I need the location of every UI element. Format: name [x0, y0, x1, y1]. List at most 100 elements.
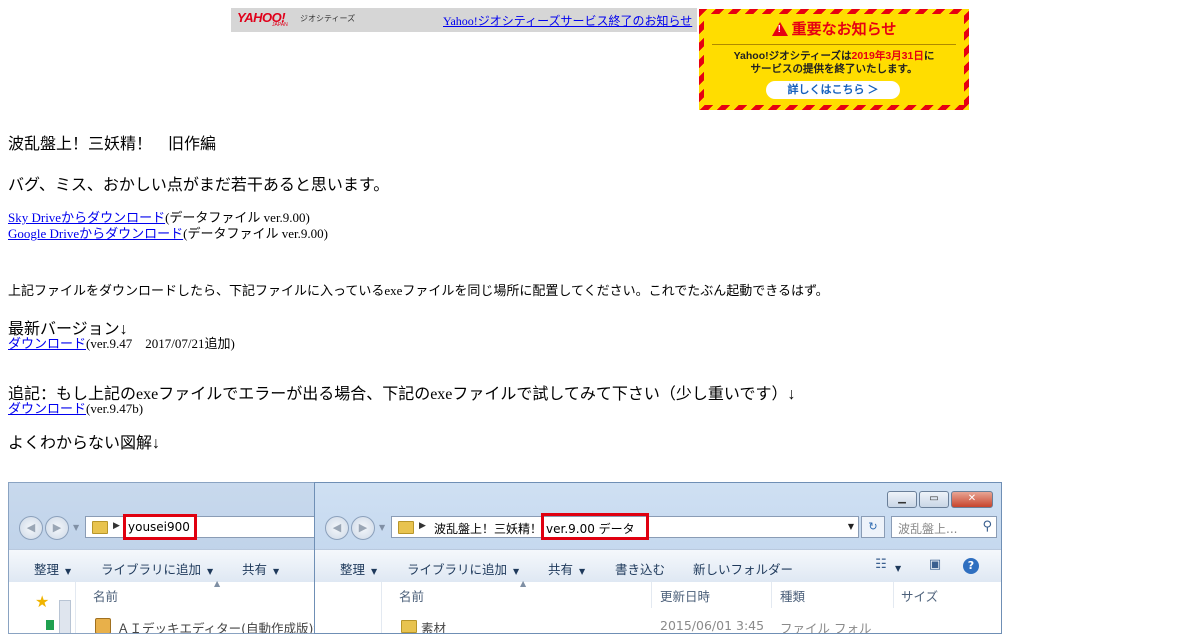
library-icon: [46, 620, 54, 630]
highlight-box-right: [541, 513, 649, 540]
search-icon[interactable]: ⚲: [982, 519, 992, 534]
file-list-area: ★ ▲ 名前 ＡＩデッキエディター(自動作成版)ver: [9, 579, 329, 633]
download-line-2: Google Driveからダウンロード(データファイル ver.9.00): [8, 223, 328, 242]
explorer-toolbar: 整理 ▼ ライブラリに追加 ▼ 共有 ▼ 書き込む 新しいフォルダー ☷ ▼ ▣ ?: [315, 549, 1001, 583]
address-bar[interactable]: ▶ yousei900: [85, 516, 329, 538]
file-row-type: ファイル フォル: [780, 621, 872, 634]
folder-icon: [401, 620, 417, 633]
window-controls: ▁ ▭ ✕: [887, 491, 993, 508]
notice-details-button[interactable]: 詳しくはこちら ＞: [766, 81, 900, 99]
column-header-type[interactable]: 種類: [780, 586, 805, 605]
notice-panel: ! 重要なお知らせ Yahoo!ジオシティーズは2019年3月31日に サービスの…: [704, 14, 964, 105]
bug-note: バグ、ミス、おかしい点がまだ若干あると思います。: [8, 177, 390, 194]
column-header-name[interactable]: 名前: [93, 586, 118, 605]
folder-icon: [92, 521, 108, 534]
view-options-icon[interactable]: ☷: [871, 556, 891, 574]
notice-title-text: 重要なお知らせ: [791, 21, 897, 38]
googledrive-download-link[interactable]: Google Driveからダウンロード: [8, 226, 183, 241]
share-button[interactable]: 共有 ▼: [242, 559, 279, 578]
burn-button[interactable]: 書き込む: [615, 559, 665, 578]
add-to-library-label: ライブラリに追加: [407, 562, 508, 577]
notice-line1-b: に: [923, 50, 935, 62]
file-row-date: 2015/06/01 3:45: [660, 618, 765, 633]
explorer-toolbar: 整理 ▼ ライブラリに追加 ▼ 共有 ▼: [9, 549, 329, 583]
latest-download-suffix: (ver.9.47 2017/07/21追加): [86, 336, 235, 351]
add-to-library-label: ライブラリに追加: [101, 562, 202, 577]
service-end-link[interactable]: Yahoo!ジオシティーズサービス終了のお知らせ: [443, 12, 692, 29]
organize-button[interactable]: 整理 ▼: [340, 559, 377, 578]
latest-download-link[interactable]: ダウンロード: [8, 336, 86, 351]
alt-download-link[interactable]: ダウンロード: [8, 401, 86, 416]
page-title: 波乱盤上！三妖精！ 旧作編: [8, 136, 217, 153]
chevron-down-icon: ▼: [513, 567, 520, 576]
search-placeholder: 波乱盤上...: [898, 522, 958, 536]
maximize-button[interactable]: ▭: [919, 491, 949, 508]
recent-pages-dropdown[interactable]: ▼: [73, 523, 79, 532]
highlight-box-left: [123, 514, 197, 540]
diagram-heading: よくわからない図解↓: [8, 435, 161, 452]
address-dropdown-icon[interactable]: ▼: [848, 522, 854, 531]
share-label: 共有: [548, 562, 574, 577]
favorites-star-icon[interactable]: ★: [35, 592, 49, 611]
column-header-size[interactable]: サイズ: [901, 586, 938, 605]
file-icon: [95, 618, 111, 633]
chevron-right-icon[interactable]: ▶: [419, 521, 426, 531]
yahoo-geocities-bar: YAHOO! JAPAN ジオシティーズ Yahoo!ジオシティーズサービス終了…: [231, 8, 697, 32]
chevron-down-icon: ▼: [65, 567, 72, 576]
notice-body: Yahoo!ジオシティーズは2019年3月31日に サービスの提供を終了いたしま…: [704, 50, 964, 76]
chevron-down-icon: ▼: [273, 567, 280, 576]
column-header-name[interactable]: 名前: [399, 586, 424, 605]
chevron-down-icon: ▼: [207, 567, 214, 576]
share-label: 共有: [242, 562, 268, 577]
breadcrumb-parent[interactable]: 波乱盤上！三妖精！: [434, 520, 542, 537]
minimize-button[interactable]: ▁: [887, 491, 917, 508]
organize-label: 整理: [340, 562, 366, 577]
help-icon[interactable]: ?: [963, 558, 979, 574]
nav-scrollbar[interactable]: [59, 600, 71, 633]
refresh-button[interactable]: ↻: [861, 516, 885, 538]
explorer-window-right: ▁ ▭ ✕ ◀ ▶ ▼ ▶ 波乱盤上！三妖精！ ver.9.00 データ ▼ ↻…: [314, 482, 1002, 634]
notice-date: 2019年3月31日: [851, 50, 924, 62]
column-header-date[interactable]: 更新日時: [660, 586, 710, 605]
column-separator[interactable]: [651, 582, 652, 608]
important-notice-banner[interactable]: ! 重要なお知らせ Yahoo!ジオシティーズは2019年3月31日に サービスの…: [699, 9, 969, 110]
notice-line1-a: Yahoo!ジオシティーズは: [733, 50, 852, 62]
close-button[interactable]: ✕: [951, 491, 993, 508]
preview-pane-icon[interactable]: ▣: [925, 556, 945, 574]
forward-button[interactable]: ▶: [351, 516, 375, 540]
notice-divider: [712, 44, 956, 45]
column-separator[interactable]: [893, 582, 894, 608]
alt-download-line: ダウンロード(ver.9.47b): [8, 398, 143, 417]
file-row-ai-deck-editor[interactable]: ＡＩデッキエディター(自動作成版)ver: [117, 618, 329, 633]
search-input[interactable]: 波乱盤上... ⚲: [891, 516, 997, 538]
notice-title: ! 重要なお知らせ: [704, 18, 964, 39]
explorer-window-left: ◀ ▶ ▼ ▶ yousei900 整理 ▼ ライブラリに追加 ▼ 共有 ▼ ★ ▲ …: [8, 482, 330, 634]
recent-pages-dropdown[interactable]: ▼: [379, 523, 385, 532]
latest-download-line: ダウンロード(ver.9.47 2017/07/21追加): [8, 333, 235, 352]
chevron-right-icon[interactable]: ▶: [113, 521, 120, 531]
organize-label: 整理: [34, 562, 60, 577]
column-separator[interactable]: [771, 582, 772, 608]
folder-icon: [398, 521, 414, 534]
back-button[interactable]: ◀: [19, 516, 43, 540]
add-to-library-button[interactable]: ライブラリに追加 ▼: [407, 559, 519, 578]
chevron-down-icon: ▼: [371, 567, 378, 576]
navigation-pane[interactable]: ★: [9, 582, 76, 633]
sort-arrow-icon: ▲: [214, 579, 221, 588]
notice-line2: サービスの提供を終了いたします。: [750, 63, 918, 75]
chevron-down-icon: ▼: [579, 567, 586, 576]
organize-button[interactable]: 整理 ▼: [34, 559, 71, 578]
alt-download-suffix: (ver.9.47b): [86, 401, 144, 416]
add-to-library-button[interactable]: ライブラリに追加 ▼: [101, 559, 213, 578]
back-button[interactable]: ◀: [325, 516, 349, 540]
sort-arrow-icon: ▲: [520, 579, 527, 588]
yahoo-logo-sub: JAPAN: [272, 22, 288, 28]
warning-icon: !: [771, 22, 788, 36]
share-button[interactable]: 共有 ▼: [548, 559, 585, 578]
file-row-name[interactable]: 素材: [421, 618, 446, 633]
navigation-pane[interactable]: [315, 582, 382, 633]
new-folder-button[interactable]: 新しいフォルダー: [693, 559, 793, 578]
forward-button[interactable]: ▶: [45, 516, 69, 540]
download-2-suffix: (データファイル ver.9.00): [183, 226, 328, 241]
view-dropdown-icon[interactable]: ▼: [895, 559, 901, 574]
